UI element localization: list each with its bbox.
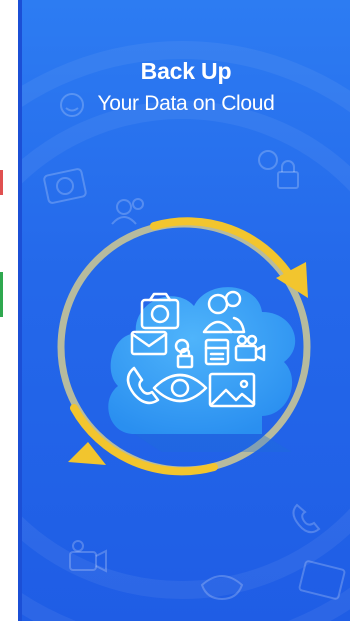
headline-regular: Your Data on Cloud [97, 92, 275, 115]
headline-bold: Back Up [140, 58, 232, 84]
edge-accent-green [0, 272, 3, 317]
previous-page-edge [0, 0, 22, 621]
promo-card: Back Up Your Data on Cloud [22, 0, 350, 621]
faded-phone-icon [292, 503, 321, 534]
faded-gear-lock-icon [258, 150, 299, 189]
edge-accent-red [0, 170, 3, 195]
faded-camera-icon [43, 168, 87, 204]
faded-image-icon [298, 560, 346, 600]
faded-user-icon [111, 198, 144, 225]
